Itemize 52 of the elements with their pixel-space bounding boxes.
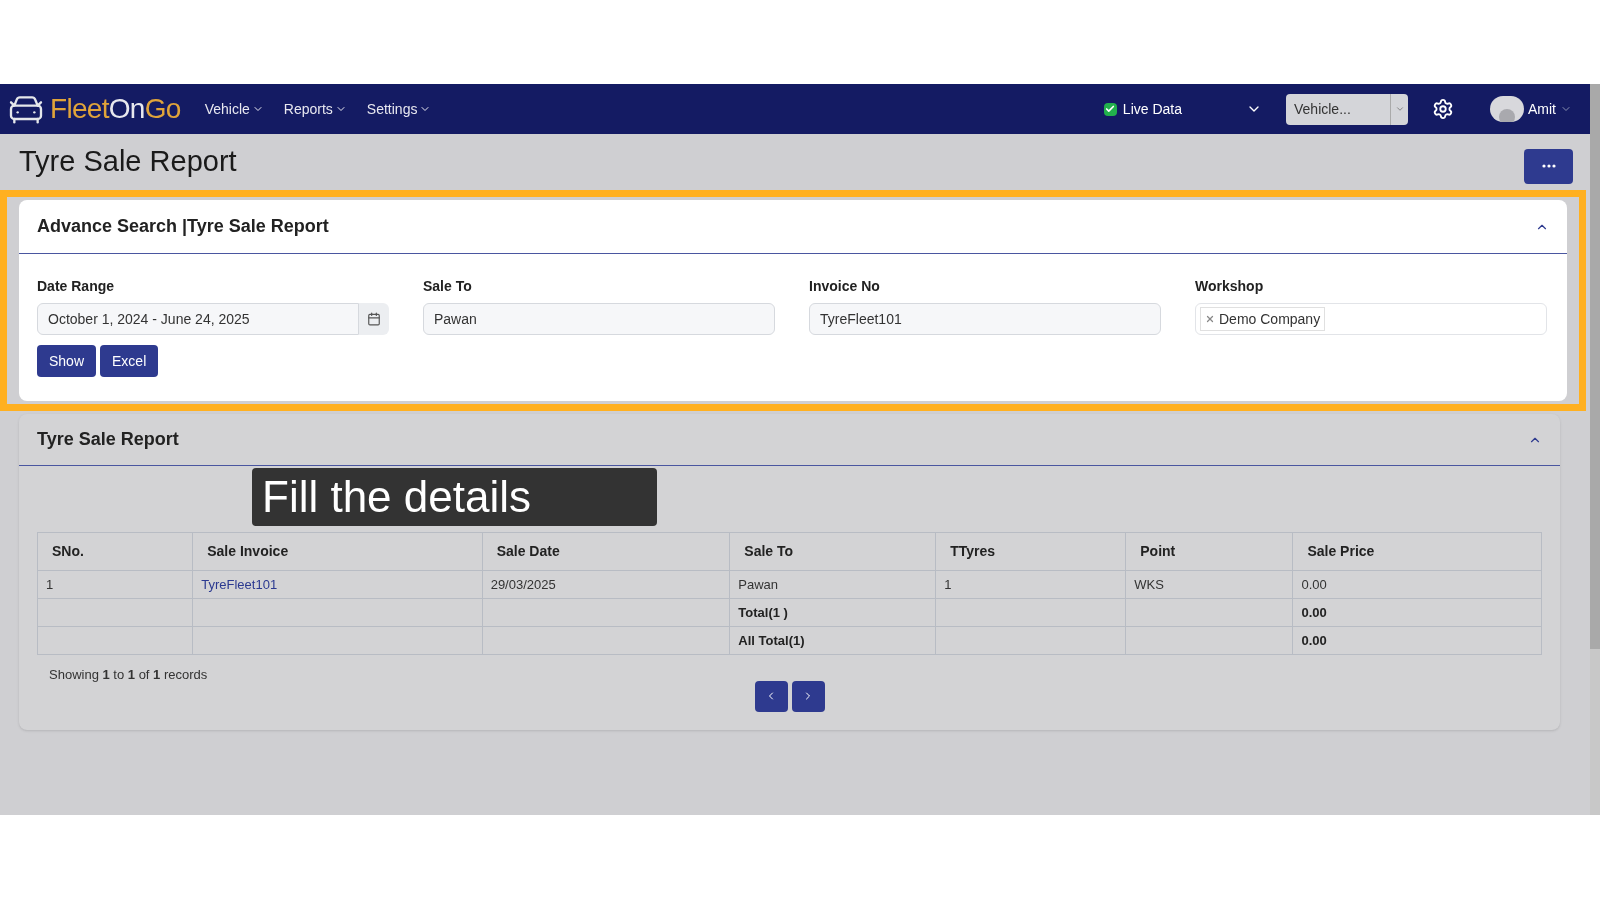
calendar-icon <box>367 312 381 326</box>
date-range-field[interactable]: October 1, 2024 - June 24, 2025 <box>37 303 359 335</box>
workshop-multiselect[interactable]: Demo Company <box>1195 303 1547 335</box>
calendar-button[interactable] <box>359 303 389 335</box>
action-button[interactable]: Show <box>37 345 97 377</box>
text-field[interactable]: Pawan <box>423 303 775 335</box>
selected-tag: Demo Company <box>1200 307 1326 331</box>
table-cell: All Total(1) <box>738 632 805 648</box>
table-cell: 0.00 <box>1301 604 1327 620</box>
column-header: Sale Invoice <box>207 543 289 559</box>
invoice-link[interactable]: TyreFleet101 <box>201 576 278 592</box>
next-page-button[interactable] <box>791 680 825 712</box>
table-cell: 0.00 <box>1301 632 1327 648</box>
user-avatar[interactable] <box>1490 96 1524 122</box>
field-label: Date Range <box>37 277 115 296</box>
action-button[interactable]: Excel <box>100 345 159 377</box>
column-header: TTyres <box>950 543 996 559</box>
table-cell: WKS <box>1134 576 1164 592</box>
field-label: Workshop <box>1195 277 1264 296</box>
brand-logo[interactable]: FleetOnGo <box>50 88 181 130</box>
caption-overlay: Fill the details <box>252 468 657 526</box>
records-summary: Showing 1 to 1 of 1 records <box>49 666 208 684</box>
text-field[interactable]: TyreFleet101 <box>809 303 1161 335</box>
live-data-label: Live Data <box>1122 99 1182 119</box>
column-header: SNo. <box>52 543 84 559</box>
vehicle-select[interactable]: Vehicle... <box>1286 93 1408 125</box>
column-header: Sale Date <box>496 543 560 559</box>
live-data-checkbox[interactable] <box>1103 102 1117 116</box>
field-label: Invoice No <box>809 277 880 296</box>
card-title: Advance Search |Tyre Sale Report <box>37 215 329 238</box>
remove-icon[interactable] <box>1205 314 1215 324</box>
column-header: Sale Price <box>1307 543 1375 559</box>
page-title: Tyre Sale Report <box>19 144 237 180</box>
chevron-down-icon <box>1394 104 1405 114</box>
previous-page-button[interactable] <box>754 680 788 712</box>
field-label: Sale To <box>423 277 472 296</box>
column-header: Point <box>1140 543 1176 559</box>
table-cell: 1 <box>46 576 54 592</box>
table-cell: 1 <box>944 576 952 592</box>
more-dots-icon <box>1541 164 1556 168</box>
more-options-button[interactable] <box>1524 148 1573 184</box>
nav-menu[interactable]: Settings <box>366 98 432 120</box>
settings-icon[interactable] <box>1432 98 1454 120</box>
table-cell: 29/03/2025 <box>490 576 556 592</box>
card-title: Tyre Sale Report <box>37 428 179 451</box>
table-cell: 0.00 <box>1301 576 1327 592</box>
nav-menu[interactable]: Reports <box>283 98 347 120</box>
table-cell: Pawan <box>738 576 779 592</box>
user-menu[interactable]: Amit <box>1528 98 1572 120</box>
nav-menu[interactable]: Vehicle <box>204 98 264 120</box>
table-cell: Total(1 ) <box>738 604 788 620</box>
column-header: Sale To <box>744 543 794 559</box>
